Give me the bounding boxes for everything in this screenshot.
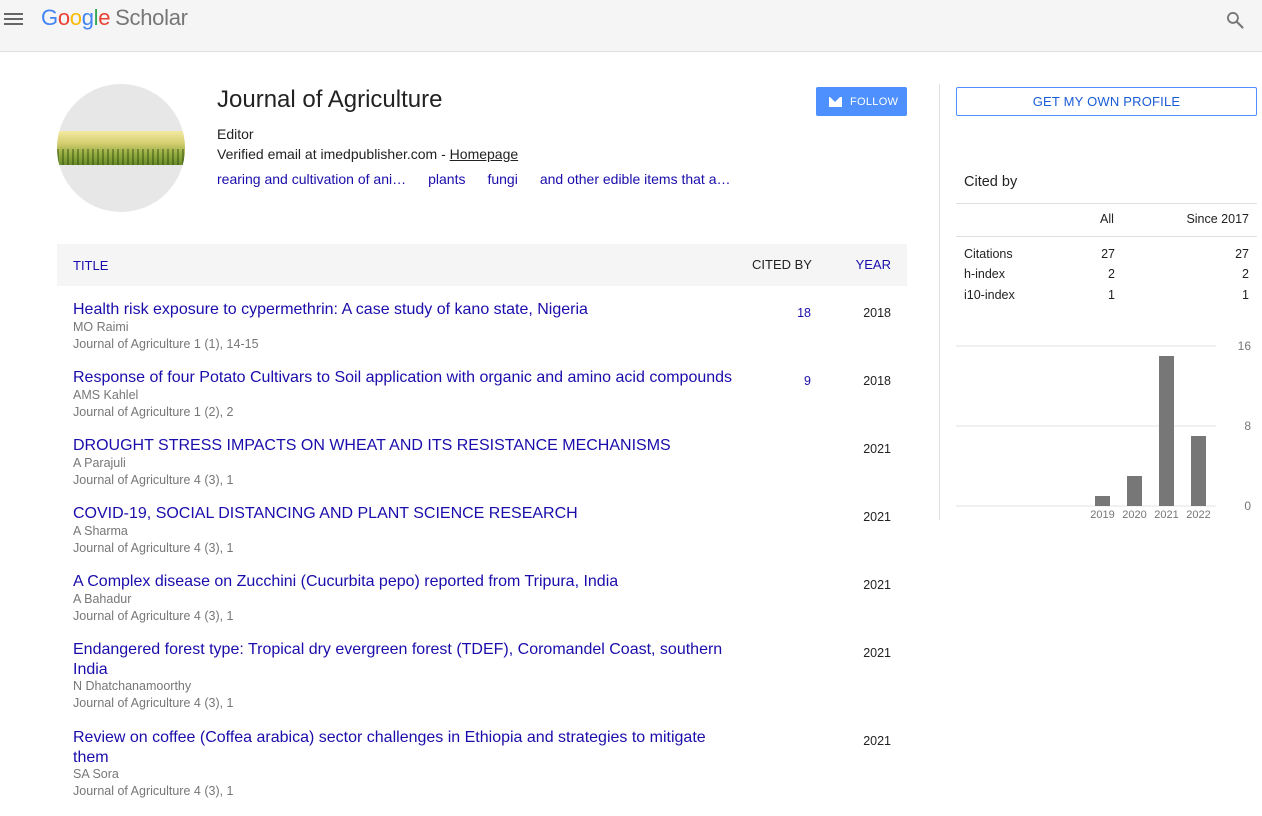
col-all-header: All (1100, 212, 1114, 226)
table-row: COVID-19, SOCIAL DISTANCING AND PLANT SC… (57, 504, 907, 572)
article-venue: Journal of Agriculture 4 (3), 1 (73, 472, 234, 487)
profile-name: Journal of Agriculture (217, 86, 443, 113)
avatar-image (57, 131, 185, 165)
profile-affiliation: Editor (217, 126, 254, 142)
profile-avatar (57, 84, 185, 212)
bar-2022[interactable] (1191, 436, 1206, 506)
metric-all: 27 (1101, 247, 1115, 261)
article-title-link[interactable]: Response of four Potato Cultivars to Soi… (73, 368, 773, 388)
divider (956, 236, 1257, 237)
column-divider (939, 84, 940, 520)
col-since-header: Since 2017 (1186, 212, 1249, 226)
menu-icon[interactable] (4, 10, 26, 28)
article-title-link[interactable]: A Complex disease on Zucchini (Cucurbita… (73, 572, 743, 592)
table-row: A Complex disease on Zucchini (Cucurbita… (57, 572, 907, 640)
article-title-link[interactable]: Review on coffee (Coffea arabica) sector… (73, 728, 743, 767)
table-row: Health risk exposure to cypermethrin: A … (57, 300, 907, 368)
interest-link[interactable]: and other edible items that a… (540, 171, 731, 187)
article-venue: Journal of Agriculture 1 (1), 14-15 (73, 336, 259, 351)
article-title-link[interactable]: DROUGHT STRESS IMPACTS ON WHEAT AND ITS … (73, 436, 743, 456)
table-row: Response of four Potato Cultivars to Soi… (57, 368, 907, 436)
metric-since: 2 (1242, 267, 1249, 281)
bar-2019[interactable] (1095, 496, 1110, 506)
sort-by-title[interactable]: TITLE (73, 258, 108, 273)
table-row: Review on coffee (Coffea arabica) sector… (57, 728, 907, 816)
bar-2021[interactable] (1159, 356, 1174, 506)
metric-since: 1 (1242, 288, 1249, 302)
article-authors: A Bahadur (73, 591, 132, 606)
articles-table-header: TITLE CITED BY YEAR (57, 244, 907, 286)
verified-email-text: Verified email at imedpublisher.com - (217, 146, 450, 162)
article-year: 2021 (863, 510, 891, 524)
table-row: Endangered forest type: Tropical dry eve… (57, 640, 907, 728)
article-year: 2021 (863, 442, 891, 456)
y-tick-label: 16 (1238, 340, 1252, 353)
article-year: 2021 (863, 646, 891, 660)
y-tick-label: 8 (1244, 419, 1251, 433)
follow-button[interactable]: FOLLOW (816, 87, 907, 116)
article-venue: Journal of Agriculture 4 (3), 1 (73, 540, 234, 555)
articles-list: Health risk exposure to cypermethrin: A … (57, 300, 907, 816)
article-venue: Journal of Agriculture 4 (3), 1 (73, 608, 234, 623)
cited-by-count-link[interactable]: 18 (777, 306, 811, 320)
x-tick-label: 2022 (1186, 509, 1210, 521)
article-authors: SA Sora (73, 767, 119, 781)
article-year: 2018 (863, 374, 891, 388)
article-venue: Journal of Agriculture 4 (3), 1 (73, 696, 234, 710)
interest-link[interactable]: plants (428, 171, 465, 187)
logo-suffix: Scholar (115, 5, 188, 30)
article-year: 2018 (863, 306, 891, 320)
article-title-link[interactable]: COVID-19, SOCIAL DISTANCING AND PLANT SC… (73, 504, 743, 524)
cited-by-count-link[interactable]: 9 (777, 374, 811, 388)
top-bar: Google Scholar (0, 0, 1262, 52)
article-authors: A Sharma (73, 523, 128, 538)
article-authors: N Dhatchanamoorthy (73, 679, 192, 693)
follow-label: FOLLOW (850, 95, 899, 108)
divider (956, 203, 1257, 204)
article-title-link[interactable]: Health risk exposure to cypermethrin: A … (73, 300, 743, 320)
article-authors: AMS Kahlel (73, 387, 139, 402)
metric-all: 2 (1108, 267, 1115, 281)
x-tick-label: 2019 (1090, 509, 1114, 521)
sort-by-year[interactable]: YEAR (856, 257, 891, 272)
profile-email: Verified email at imedpublisher.com - Ho… (217, 146, 518, 162)
metric-all: 1 (1108, 288, 1115, 302)
x-tick-label: 2020 (1122, 509, 1146, 521)
article-authors: A Parajuli (73, 455, 126, 470)
envelope-icon (829, 96, 842, 107)
scholar-logo[interactable]: Google Scholar (41, 5, 188, 31)
cited-by-heading: Cited by (964, 174, 1018, 190)
article-year: 2021 (863, 734, 891, 748)
x-tick-label: 2021 (1154, 509, 1178, 521)
search-icon[interactable] (1225, 10, 1245, 30)
bar-2020[interactable] (1127, 476, 1142, 506)
article-venue: Journal of Agriculture 4 (3), 1 (73, 784, 234, 798)
metric-label[interactable]: i10-index (964, 288, 1015, 302)
research-interests: rearing and cultivation of ani… plants fun… (217, 171, 753, 187)
interest-link[interactable]: fungi (487, 171, 517, 187)
interest-link[interactable]: rearing and cultivation of ani… (217, 171, 406, 187)
article-year: 2021 (863, 578, 891, 592)
metric-since: 27 (1235, 247, 1249, 261)
cited-by-column-header: CITED BY (752, 257, 812, 272)
citations-per-year-chart: 0 8 16 2019 2020 2021 2022 (956, 340, 1252, 521)
metric-label[interactable]: h-index (964, 267, 1005, 281)
article-venue: Journal of Agriculture 1 (2), 2 (73, 404, 234, 419)
article-authors: MO Raimi (73, 319, 129, 334)
y-tick-label: 0 (1244, 499, 1251, 513)
get-my-own-profile-button[interactable]: GET MY OWN PROFILE (956, 87, 1257, 116)
homepage-link[interactable]: Homepage (450, 146, 519, 162)
article-title-link[interactable]: Endangered forest type: Tropical dry eve… (73, 640, 743, 679)
metric-label[interactable]: Citations (964, 247, 1013, 261)
table-row: DROUGHT STRESS IMPACTS ON WHEAT AND ITS … (57, 436, 907, 504)
